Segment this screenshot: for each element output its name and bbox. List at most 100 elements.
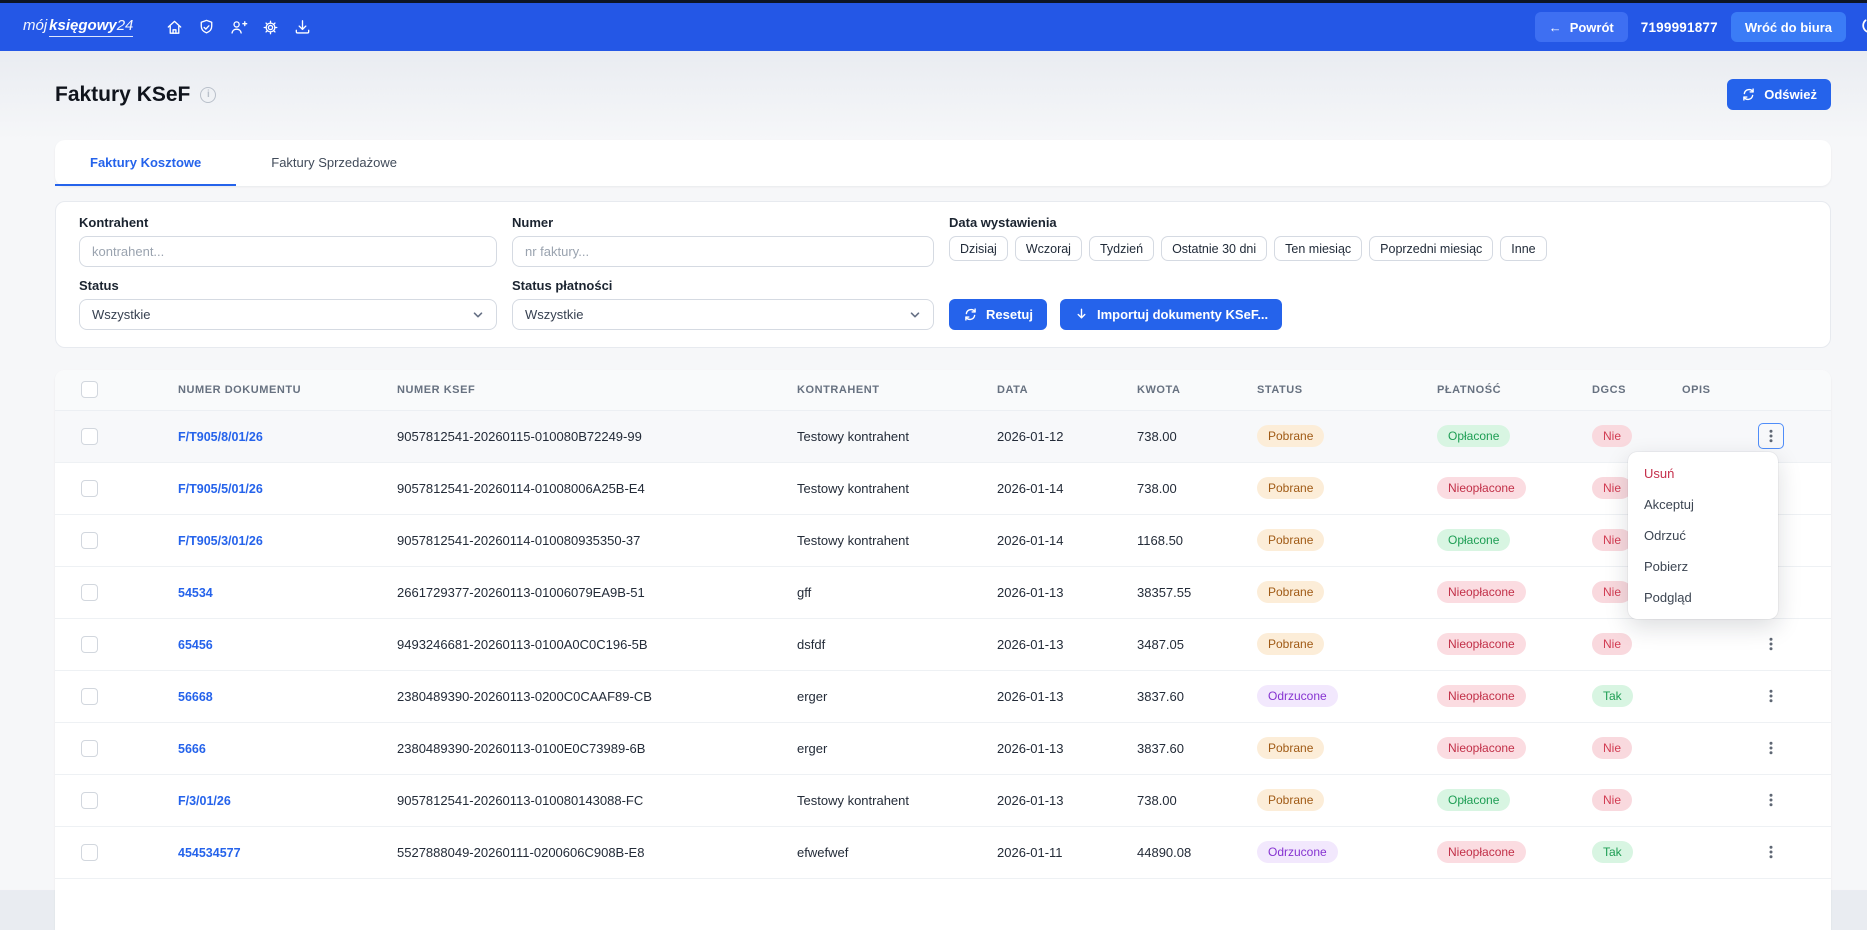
row-actions-kebab[interactable] (1758, 839, 1784, 865)
row-checkbox[interactable] (81, 740, 98, 757)
document-number-link[interactable]: F/T905/8/01/26 (178, 430, 263, 444)
table-row: F/T905/5/01/26 9057812541-20260114-01008… (55, 462, 1831, 514)
row-checkbox[interactable] (81, 844, 98, 861)
invoices-table-card: NUMER DOKUMENTU NUMER KSEF KONTRAHENT DA… (55, 370, 1831, 930)
ksef-number-cell: 9057812541-20260114-01008006A25B-E4 (385, 462, 785, 514)
row-actions-kebab[interactable] (1758, 735, 1784, 761)
app-logo[interactable]: mój księgowy24 (23, 17, 133, 37)
date-cell: 2026-01-13 (985, 566, 1125, 618)
date-filter-pill[interactable]: Tydzień (1089, 236, 1154, 261)
date-filter-pill[interactable]: Ostatnie 30 dni (1161, 236, 1267, 261)
context-menu-item[interactable]: Podgląd (1628, 582, 1778, 613)
table-row: F/3/01/26 9057812541-20260113-0100801430… (55, 774, 1831, 826)
dgcs-badge: Nie (1592, 633, 1632, 655)
invoice-number-input[interactable] (512, 236, 934, 267)
payment-status-select[interactable]: Wszystkie (512, 299, 934, 330)
ksef-number-cell: 2380489390-20260113-0100E0C73989-6B (385, 722, 785, 774)
status-badge: Pobrane (1257, 737, 1324, 759)
context-menu-item[interactable]: Pobierz (1628, 551, 1778, 582)
context-menu-item[interactable]: Odrzuć (1628, 520, 1778, 551)
payment-status-field: Status płatności Wszystkie (512, 278, 934, 330)
col-opis: OPIS (1670, 370, 1831, 410)
kontrahent-cell: gff (785, 566, 985, 618)
tab[interactable]: Faktury Sprzedażowe (236, 140, 432, 186)
issue-date-label: Data wystawienia (949, 215, 1806, 230)
row-actions-kebab[interactable] (1758, 787, 1784, 813)
row-checkbox[interactable] (81, 584, 98, 601)
row-checkbox[interactable] (81, 792, 98, 809)
row-checkbox[interactable] (81, 688, 98, 705)
kontrahent-input[interactable] (79, 236, 497, 267)
status-badge: Pobrane (1257, 789, 1324, 811)
row-checkbox[interactable] (81, 428, 98, 445)
select-all-checkbox[interactable] (81, 381, 98, 398)
row-actions-kebab[interactable] (1758, 631, 1784, 657)
date-filter-pill[interactable]: Wczoraj (1015, 236, 1082, 261)
date-filter-pill[interactable]: Poprzedni miesiąc (1369, 236, 1493, 261)
document-number-link[interactable]: 454534577 (178, 846, 241, 860)
row-checkbox[interactable] (81, 480, 98, 497)
download-icon[interactable] (289, 12, 315, 42)
document-number-link[interactable]: 56668 (178, 690, 213, 704)
date-filter-pill[interactable]: Inne (1500, 236, 1546, 261)
ksef-number-cell: 2661729377-20260113-01006079EA9B-51 (385, 566, 785, 618)
status-select[interactable]: Wszystkie (79, 299, 497, 330)
table-row: F/T905/8/01/26 9057812541-20260115-01008… (55, 410, 1831, 462)
document-number-link[interactable]: F/T905/5/01/26 (178, 482, 263, 496)
dgcs-badge: Nie (1592, 477, 1632, 499)
home-icon[interactable] (161, 12, 187, 42)
status-badge: Pobrane (1257, 425, 1324, 447)
back-button[interactable]: ← Powrót (1535, 12, 1628, 42)
date-cell: 2026-01-14 (985, 462, 1125, 514)
info-icon[interactable]: i (200, 87, 216, 103)
shield-check-icon[interactable] (193, 12, 219, 42)
filter-card: Kontrahent Numer Data wystawienia Dzisia… (55, 201, 1831, 348)
dgcs-badge: Nie (1592, 425, 1632, 447)
document-number-link[interactable]: F/T905/3/01/26 (178, 534, 263, 548)
row-checkbox[interactable] (81, 636, 98, 653)
amount-cell: 3837.60 (1125, 670, 1245, 722)
refresh-button[interactable]: Odśwież (1727, 79, 1831, 110)
status-badge: Odrzucone (1257, 685, 1338, 707)
payment-badge: Nieopłacone (1437, 737, 1526, 759)
navbar: mój księgowy24 ← Powrót 7199991877 Wróć … (0, 3, 1867, 51)
dgcs-badge: Nie (1592, 789, 1632, 811)
date-cell: 2026-01-13 (985, 774, 1125, 826)
col-numer-ksef: NUMER KSEF (385, 370, 785, 410)
kebab-icon (1763, 844, 1779, 860)
context-menu-item[interactable]: Akceptuj (1628, 489, 1778, 520)
table-row: F/T905/3/01/26 9057812541-20260114-01008… (55, 514, 1831, 566)
return-to-office-button[interactable]: Wróć do biura (1731, 12, 1846, 42)
tab[interactable]: Faktury Kosztowe (55, 140, 236, 186)
document-number-link[interactable]: 54534 (178, 586, 213, 600)
logo-suffix: 24 (117, 17, 134, 34)
reset-button[interactable]: Resetuj (949, 299, 1047, 330)
row-actions-kebab[interactable] (1758, 683, 1784, 709)
amount-cell: 3837.60 (1125, 722, 1245, 774)
row-actions-kebab[interactable] (1758, 423, 1784, 449)
row-checkbox[interactable] (81, 532, 98, 549)
table-row: 5666 2380489390-20260113-0100E0C73989-6B… (55, 722, 1831, 774)
document-number-link[interactable]: 65456 (178, 638, 213, 652)
document-number-link[interactable]: 5666 (178, 742, 206, 756)
payment-badge: Nieopłacone (1437, 581, 1526, 603)
date-cell: 2026-01-13 (985, 618, 1125, 670)
numer-label: Numer (512, 215, 934, 230)
date-filter-pill[interactable]: Ten miesiąc (1274, 236, 1362, 261)
gear-icon[interactable] (257, 12, 283, 42)
ksef-number-cell: 9057812541-20260113-010080143088-FC (385, 774, 785, 826)
refresh-icon (1741, 87, 1756, 102)
import-ksef-button[interactable]: Importuj dokumenty KSeF... (1060, 299, 1282, 330)
amount-cell: 44890.08 (1125, 826, 1245, 878)
ksef-number-cell: 9493246681-20260113-0100A0C0C196-5B (385, 618, 785, 670)
kontrahent-cell: Testowy kontrahent (785, 410, 985, 462)
dgcs-badge: Nie (1592, 737, 1632, 759)
document-number-link[interactable]: F/3/01/26 (178, 794, 231, 808)
user-plus-icon[interactable] (225, 12, 251, 42)
power-icon[interactable] (1859, 15, 1867, 40)
ksef-number-cell: 9057812541-20260114-010080935350-37 (385, 514, 785, 566)
context-menu-item[interactable]: Usuń (1628, 458, 1778, 489)
kebab-icon (1763, 636, 1779, 652)
date-filter-pill[interactable]: Dzisiaj (949, 236, 1008, 261)
main-content: Faktury KSeF i Odśwież Faktury Kosztowe … (0, 51, 1867, 930)
